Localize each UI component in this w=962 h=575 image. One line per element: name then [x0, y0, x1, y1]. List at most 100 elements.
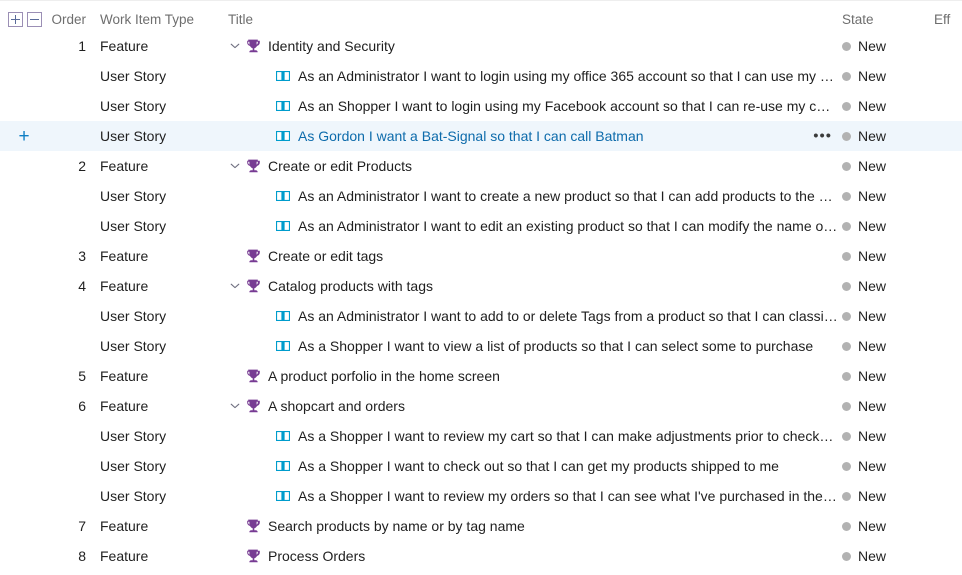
cell-title: Create or edit tags	[212, 248, 838, 264]
cell-state: New	[838, 278, 934, 294]
work-item-title-link[interactable]: As an Administrator I want to add to or …	[298, 308, 838, 324]
status-badge: New	[858, 428, 887, 444]
work-item-title-link[interactable]: As an Administrator I want to edit an ex…	[298, 218, 838, 234]
cell-state: New	[838, 548, 934, 564]
status-badge: New	[858, 308, 887, 324]
work-item-title-link[interactable]: Identity and Security	[268, 38, 395, 54]
cell-order: 2	[78, 158, 86, 174]
state-dot-icon	[842, 311, 851, 321]
book-icon	[274, 338, 291, 354]
trophy-icon	[244, 248, 261, 264]
work-item-title-link[interactable]: As a Shopper I want to view a list of pr…	[298, 338, 813, 354]
state-dot-icon	[842, 551, 851, 561]
work-item-title-link[interactable]: Create or edit Products	[268, 158, 412, 174]
cell-state: New	[838, 338, 934, 354]
table-row[interactable]: 8 Feature Process Orders New	[0, 541, 962, 571]
work-item-title-link[interactable]: As an Administrator I want to create a n…	[298, 188, 838, 204]
chevron-down-icon[interactable]	[228, 281, 242, 291]
work-item-title-link[interactable]: A product porfolio in the home screen	[268, 368, 500, 384]
status-badge: New	[858, 158, 887, 174]
cell-work-item-type: User Story	[100, 68, 167, 84]
status-badge: New	[858, 38, 887, 54]
table-row[interactable]: User Story As an Administrator I want to …	[0, 181, 962, 211]
cell-title: Catalog products with tags	[212, 278, 838, 294]
table-row[interactable]: 4 Feature Catalog products with tags New	[0, 271, 962, 301]
cell-title: A product porfolio in the home screen	[212, 368, 838, 384]
table-row[interactable]: 6 Feature A shopcart and orders New	[0, 391, 962, 421]
table-row[interactable]: 7 Feature Search products by name or by ta…	[0, 511, 962, 541]
status-badge: New	[858, 488, 887, 504]
collapse-all-icon[interactable]	[27, 11, 42, 27]
expand-all-icon[interactable]	[8, 11, 23, 27]
grid-rows: 1 Feature Identity and Security New User Sto…	[0, 31, 962, 571]
state-dot-icon	[842, 71, 851, 81]
table-row[interactable]: User Story As a Shopper I want to review …	[0, 481, 962, 511]
chevron-down-icon[interactable]	[228, 161, 242, 171]
table-row[interactable]: User Story As a Shopper I want to view a …	[0, 331, 962, 361]
table-row[interactable]: 3 Feature Create or edit tags New	[0, 241, 962, 271]
status-badge: New	[858, 398, 887, 414]
work-item-title-link[interactable]: As a Shopper I want to check out so that…	[298, 458, 779, 474]
state-dot-icon	[842, 191, 851, 201]
work-item-title-link[interactable]: Process Orders	[268, 548, 365, 564]
table-row[interactable]: User Story As an Administrator I want to …	[0, 61, 962, 91]
work-item-title-link[interactable]: A shopcart and orders	[268, 398, 405, 414]
book-icon	[274, 128, 291, 144]
book-icon	[274, 458, 291, 474]
table-row[interactable]: User Story As an Administrator I want to …	[0, 211, 962, 241]
work-item-title-link[interactable]: As an Administrator I want to login usin…	[298, 68, 838, 84]
state-dot-icon	[842, 401, 851, 411]
cell-work-item-type: User Story	[100, 458, 167, 474]
work-item-title-link[interactable]: Create or edit tags	[268, 248, 383, 264]
cell-state: New	[838, 488, 934, 504]
cell-work-item-type: User Story	[100, 188, 167, 204]
status-badge: New	[858, 98, 887, 114]
cell-state: New	[838, 128, 934, 144]
table-row[interactable]: User Story As an Administrator I want to …	[0, 301, 962, 331]
state-dot-icon	[842, 431, 851, 441]
work-item-title-link[interactable]: As a Shopper I want to review my cart so…	[298, 428, 838, 444]
chevron-down-icon[interactable]	[228, 41, 242, 51]
cell-state: New	[838, 398, 934, 414]
status-badge: New	[858, 338, 887, 354]
cell-title: Create or edit Products	[212, 158, 838, 174]
column-header-state[interactable]: State	[838, 12, 934, 27]
column-header-order[interactable]: Order	[48, 12, 100, 27]
trophy-icon	[244, 548, 261, 564]
work-item-title-link[interactable]: Catalog products with tags	[268, 278, 433, 294]
table-row[interactable]: User Story As an Shopper I want to login …	[0, 91, 962, 121]
state-dot-icon	[842, 341, 851, 351]
table-row[interactable]: 2 Feature Create or edit Products New	[0, 151, 962, 181]
status-badge: New	[858, 218, 887, 234]
cell-title: As an Administrator I want to edit an ex…	[212, 218, 838, 234]
add-child-item-icon[interactable]: +	[18, 127, 29, 146]
table-row[interactable]: 5 Feature A product porfolio in the home s…	[0, 361, 962, 391]
cell-work-item-type: Feature	[100, 398, 149, 414]
status-badge: New	[858, 248, 887, 264]
work-item-title-link[interactable]: As Gordon I want a Bat-Signal so that I …	[298, 128, 644, 144]
cell-work-item-type: User Story	[100, 308, 167, 324]
cell-order: 4	[78, 278, 86, 294]
work-item-title-link[interactable]: Search products by name or by tag name	[268, 518, 525, 534]
cell-state: New	[838, 458, 934, 474]
row-context-menu-icon[interactable]: •••	[813, 129, 832, 144]
cell-work-item-type: Feature	[100, 278, 149, 294]
table-row[interactable]: 1 Feature Identity and Security New	[0, 31, 962, 61]
cell-state: New	[838, 368, 934, 384]
work-item-title-link[interactable]: As a Shopper I want to review my orders …	[298, 488, 838, 504]
trophy-icon	[244, 398, 261, 414]
book-icon	[274, 218, 291, 234]
work-item-title-link[interactable]: As an Shopper I want to login using my F…	[298, 98, 838, 114]
table-row[interactable]: User Story As a Shopper I want to check o…	[0, 451, 962, 481]
cell-state: New	[838, 248, 934, 264]
cell-work-item-type: User Story	[100, 128, 167, 144]
cell-title: As a Shopper I want to check out so that…	[212, 458, 838, 474]
table-row[interactable]: + User Story As Gordon I want a Bat-Signal…	[0, 121, 962, 151]
chevron-down-icon[interactable]	[228, 401, 242, 411]
column-header-work-item-type[interactable]: Work Item Type	[100, 12, 212, 27]
trophy-icon	[244, 518, 261, 534]
table-row[interactable]: User Story As a Shopper I want to review …	[0, 421, 962, 451]
column-header-title[interactable]: Title	[212, 12, 838, 27]
column-header-effort[interactable]: Eff	[934, 12, 962, 27]
cell-state: New	[838, 518, 934, 534]
